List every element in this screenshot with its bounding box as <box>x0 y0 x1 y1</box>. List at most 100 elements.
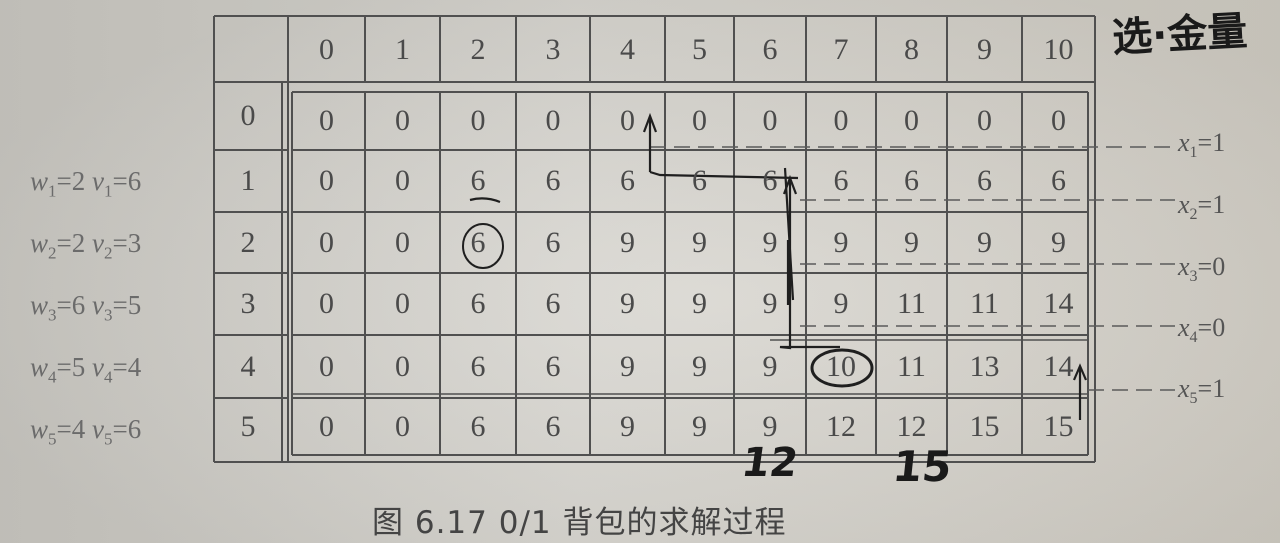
table-cell: 0 <box>319 225 334 259</box>
subscript: 1 <box>48 181 57 201</box>
x-value: =0 <box>1197 252 1226 281</box>
item-text: =6 <box>112 166 142 196</box>
item-text: w <box>30 414 49 444</box>
table-cell: 6 <box>470 164 486 197</box>
table-cell: 0 <box>545 104 561 137</box>
item-text: w <box>30 290 49 320</box>
table-cell: 0 <box>319 349 334 383</box>
x-symbol: x <box>1178 313 1190 342</box>
table-cell: 10 <box>826 349 856 383</box>
item-label: w3=6 v3=5 <box>30 290 141 325</box>
table-cell: 11 <box>970 287 999 320</box>
table-cell: 9 <box>762 349 778 383</box>
item-text: w <box>30 228 49 258</box>
item-text: v <box>92 352 104 382</box>
table-cell: 0 <box>762 104 778 137</box>
table-cell: 6 <box>762 164 778 197</box>
subscript: 4 <box>1189 329 1198 347</box>
table-cell: 9 <box>620 287 635 320</box>
table-cell: 9 <box>762 225 778 259</box>
table-cell: 6 <box>470 409 486 443</box>
table-cell: 0 <box>470 104 486 137</box>
table-cell: 0 <box>904 104 919 137</box>
table-cell: 9 <box>620 409 635 443</box>
column-header: 4 <box>620 33 635 66</box>
column-header: 9 <box>977 33 992 66</box>
x-value: =1 <box>1197 190 1226 219</box>
table-cell: 6 <box>904 164 919 197</box>
item-text: v <box>92 414 104 444</box>
table-cell: 0 <box>1051 104 1066 137</box>
item-text: =6 <box>56 290 92 320</box>
table-cell: 6 <box>620 164 635 197</box>
row-header: 3 <box>240 287 256 320</box>
table-cell: 0 <box>395 104 410 137</box>
table-cell: 9 <box>692 349 707 383</box>
table-cell: 11 <box>897 349 926 383</box>
row-header: 4 <box>240 349 256 383</box>
table-cell: 9 <box>904 225 919 259</box>
table-cell: 0 <box>319 164 334 197</box>
table-cell: 9 <box>833 287 849 320</box>
table-cell: 9 <box>692 287 707 320</box>
table-cell: 6 <box>545 349 561 383</box>
column-header: 0 <box>319 33 334 66</box>
row-header: 2 <box>240 225 256 259</box>
table-cell: 13 <box>969 349 1000 383</box>
table-cell: 14 <box>1043 349 1074 383</box>
item-text: w <box>30 352 49 382</box>
x-value: =1 <box>1197 374 1226 403</box>
x-symbol: x <box>1178 190 1190 219</box>
item-text: v <box>92 228 104 258</box>
item-label: w1=2 v1=6 <box>30 166 141 201</box>
table-cell: 6 <box>545 409 561 443</box>
table-cell: 0 <box>692 104 707 137</box>
column-header: 3 <box>545 33 561 66</box>
x-symbol: x <box>1178 252 1190 281</box>
column-header: 5 <box>692 33 707 66</box>
table-cell: 6 <box>833 164 849 197</box>
x-label: x3=0 <box>1178 252 1225 286</box>
subscript: 4 <box>48 367 57 387</box>
table-cell: 9 <box>762 287 778 320</box>
table-cell: 9 <box>620 225 635 259</box>
table-cell: 0 <box>395 225 410 259</box>
column-header: 7 <box>833 33 849 66</box>
table-cell: 0 <box>395 349 410 383</box>
item-label: w4=5 v4=4 <box>30 352 141 387</box>
table-cell: 6 <box>692 164 707 197</box>
item-text: =2 <box>56 228 92 258</box>
subscript: 1 <box>1189 144 1198 162</box>
x-label: x4=0 <box>1178 313 1225 347</box>
x-symbol: x <box>1178 128 1190 157</box>
table-cell: 0 <box>833 104 849 137</box>
handwritten-note-top: 选·金量 <box>1111 8 1249 62</box>
x-label: x5=1 <box>1178 374 1225 408</box>
row-header: 0 <box>240 99 256 132</box>
table-cell: 14 <box>1043 287 1074 320</box>
table-cell: 0 <box>319 409 334 443</box>
item-text: =2 <box>56 166 92 196</box>
column-header: 1 <box>395 33 410 66</box>
x-value: =1 <box>1197 128 1226 157</box>
subscript: 3 <box>48 305 57 325</box>
table-cell: 6 <box>545 225 561 259</box>
item-label: w5=4 v5=6 <box>30 414 141 449</box>
column-header: 6 <box>762 33 778 66</box>
table-cell: 9 <box>620 349 635 383</box>
table-cell: 12 <box>826 409 856 443</box>
table-cell: 9 <box>833 225 849 259</box>
table-cell: 6 <box>545 164 561 197</box>
table-cell: 0 <box>395 409 410 443</box>
table-cell: 9 <box>692 409 707 443</box>
item-text: =3 <box>112 228 142 258</box>
table-cell: 0 <box>977 104 992 137</box>
table-cell: 15 <box>969 409 1000 443</box>
item-text: =6 <box>112 414 142 444</box>
subscript: 3 <box>1189 268 1198 286</box>
table-cell: 6 <box>545 287 561 320</box>
item-text: v <box>92 166 104 196</box>
subscript: 2 <box>48 243 57 263</box>
table-cell: 9 <box>692 225 707 259</box>
table-cell: 6 <box>977 164 992 197</box>
